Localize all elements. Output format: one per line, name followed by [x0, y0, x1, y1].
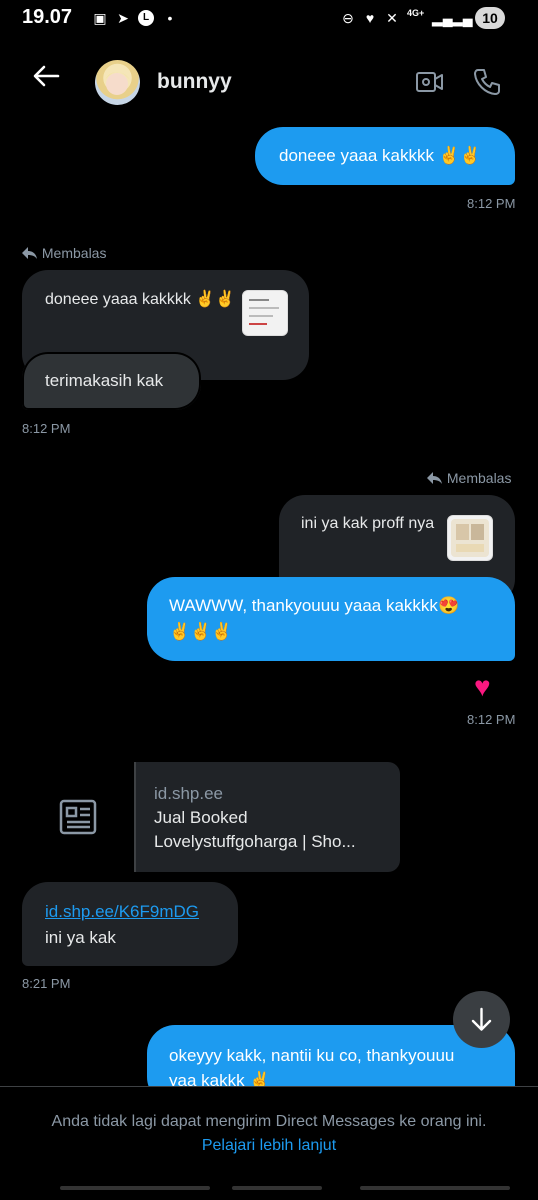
quoted-thumbnail: [447, 515, 493, 561]
message-link[interactable]: id.shp.ee/K6F9mDG: [45, 900, 199, 924]
scroll-indicator: [232, 1186, 322, 1190]
link-preview-card[interactable]: id.shp.ee Jual Booked Lovelystuffgoharga…: [134, 762, 400, 872]
quoted-thumbnail: [242, 290, 288, 336]
avatar[interactable]: [95, 60, 140, 105]
phone-call-button[interactable]: [472, 67, 502, 97]
sent-message-bubble[interactable]: WAWWW, thankyouuu yaaa kakkkk😍 ✌️✌️✌️: [147, 577, 515, 661]
reply-context: Membalas: [427, 470, 511, 486]
received-message-bubble[interactable]: id.shp.ee/K6F9mDG ini ya kak: [22, 882, 238, 966]
reply-context: Membalas: [22, 245, 106, 261]
heart-reaction[interactable]: ♥: [474, 672, 491, 702]
emoji: ✌️✌️✌️: [169, 622, 233, 641]
card-title-line2: Lovelystuffgoharga | Sho...: [154, 832, 356, 851]
article-icon: [59, 799, 97, 835]
status-time: 19.07: [22, 6, 73, 28]
screenshot-icon: ▣: [93, 10, 107, 26]
divider: [0, 1086, 538, 1087]
signal-2-icon: ▂▄: [452, 10, 473, 26]
quoted-text: ini ya kak proff nya: [301, 515, 435, 532]
video-call-icon: [416, 72, 443, 92]
battery-level: 10: [475, 7, 505, 29]
emoji: ✌️✌️: [438, 146, 482, 165]
telegram-icon: ➤: [117, 10, 129, 26]
screenshot-thumbnail-image: [249, 299, 279, 325]
contact-name[interactable]: bunnyy: [157, 70, 232, 94]
scroll-indicator: [60, 1186, 210, 1190]
message-timestamp: 8:21 PM: [22, 976, 71, 991]
video-call-button[interactable]: [415, 67, 445, 97]
sent-message-bubble[interactable]: doneee yaaa kakkkk ✌️✌️: [255, 127, 515, 185]
arrow-left-icon: [33, 65, 60, 87]
network-type: 4G+: [407, 8, 425, 18]
scroll-to-bottom-button[interactable]: [453, 991, 510, 1048]
dnd-icon: ⊖: [342, 10, 354, 26]
message-text: WAWWW, thankyouuu yaaa kakkkk: [169, 596, 438, 615]
learn-more-link[interactable]: Pelajari lebih lanjut: [0, 1137, 538, 1155]
card-icon-area[interactable]: [22, 762, 134, 872]
status-bar: 19.07 ▣ ➤ L • ⊖ ♥ ✕ 4G+ ▂▄ ▂▄ 10: [0, 0, 538, 36]
message-text: terimakasih kak: [45, 371, 164, 390]
back-button[interactable]: [30, 60, 62, 92]
blocked-notice: Anda tidak lagi dapat mengirim Direct Me…: [51, 1113, 487, 1130]
reply-arrow-icon: [22, 247, 37, 259]
reply-label: Membalas: [446, 470, 512, 486]
reply-arrow-icon: [427, 472, 442, 484]
vibrate-off-icon: ✕: [386, 10, 398, 26]
message-text: ini ya kak: [45, 928, 116, 947]
message-timestamp: 8:12 PM: [467, 196, 516, 211]
emoji: ✌️✌️: [195, 291, 236, 308]
photo-thumbnail-image: [451, 519, 489, 557]
quoted-text: doneee yaaa kakkkk: [45, 291, 191, 308]
signal-icon: ▂▄: [432, 10, 453, 26]
reply-label: Membalas: [41, 245, 107, 261]
received-message-bubble[interactable]: terimakasih kak: [22, 352, 201, 410]
heart-status-icon: ♥: [365, 10, 375, 26]
line-icon: L: [138, 10, 154, 26]
card-title-line1: Jual Booked: [154, 808, 248, 827]
emoji: 😍: [437, 596, 460, 615]
message-timestamp: 8:12 PM: [467, 712, 516, 727]
phone-icon: [474, 69, 500, 95]
arrow-down-icon: [471, 1007, 492, 1031]
scroll-indicator: [360, 1186, 510, 1190]
avatar-image: [105, 72, 130, 95]
card-domain: id.shp.ee: [154, 784, 223, 803]
dot-icon: •: [167, 10, 173, 26]
message-timestamp: 8:12 PM: [22, 421, 71, 436]
message-text: doneee yaaa kakkkk: [279, 146, 434, 165]
message-text: okeyyy kakk, nantii ku co, thankyouuu: [169, 1046, 455, 1065]
